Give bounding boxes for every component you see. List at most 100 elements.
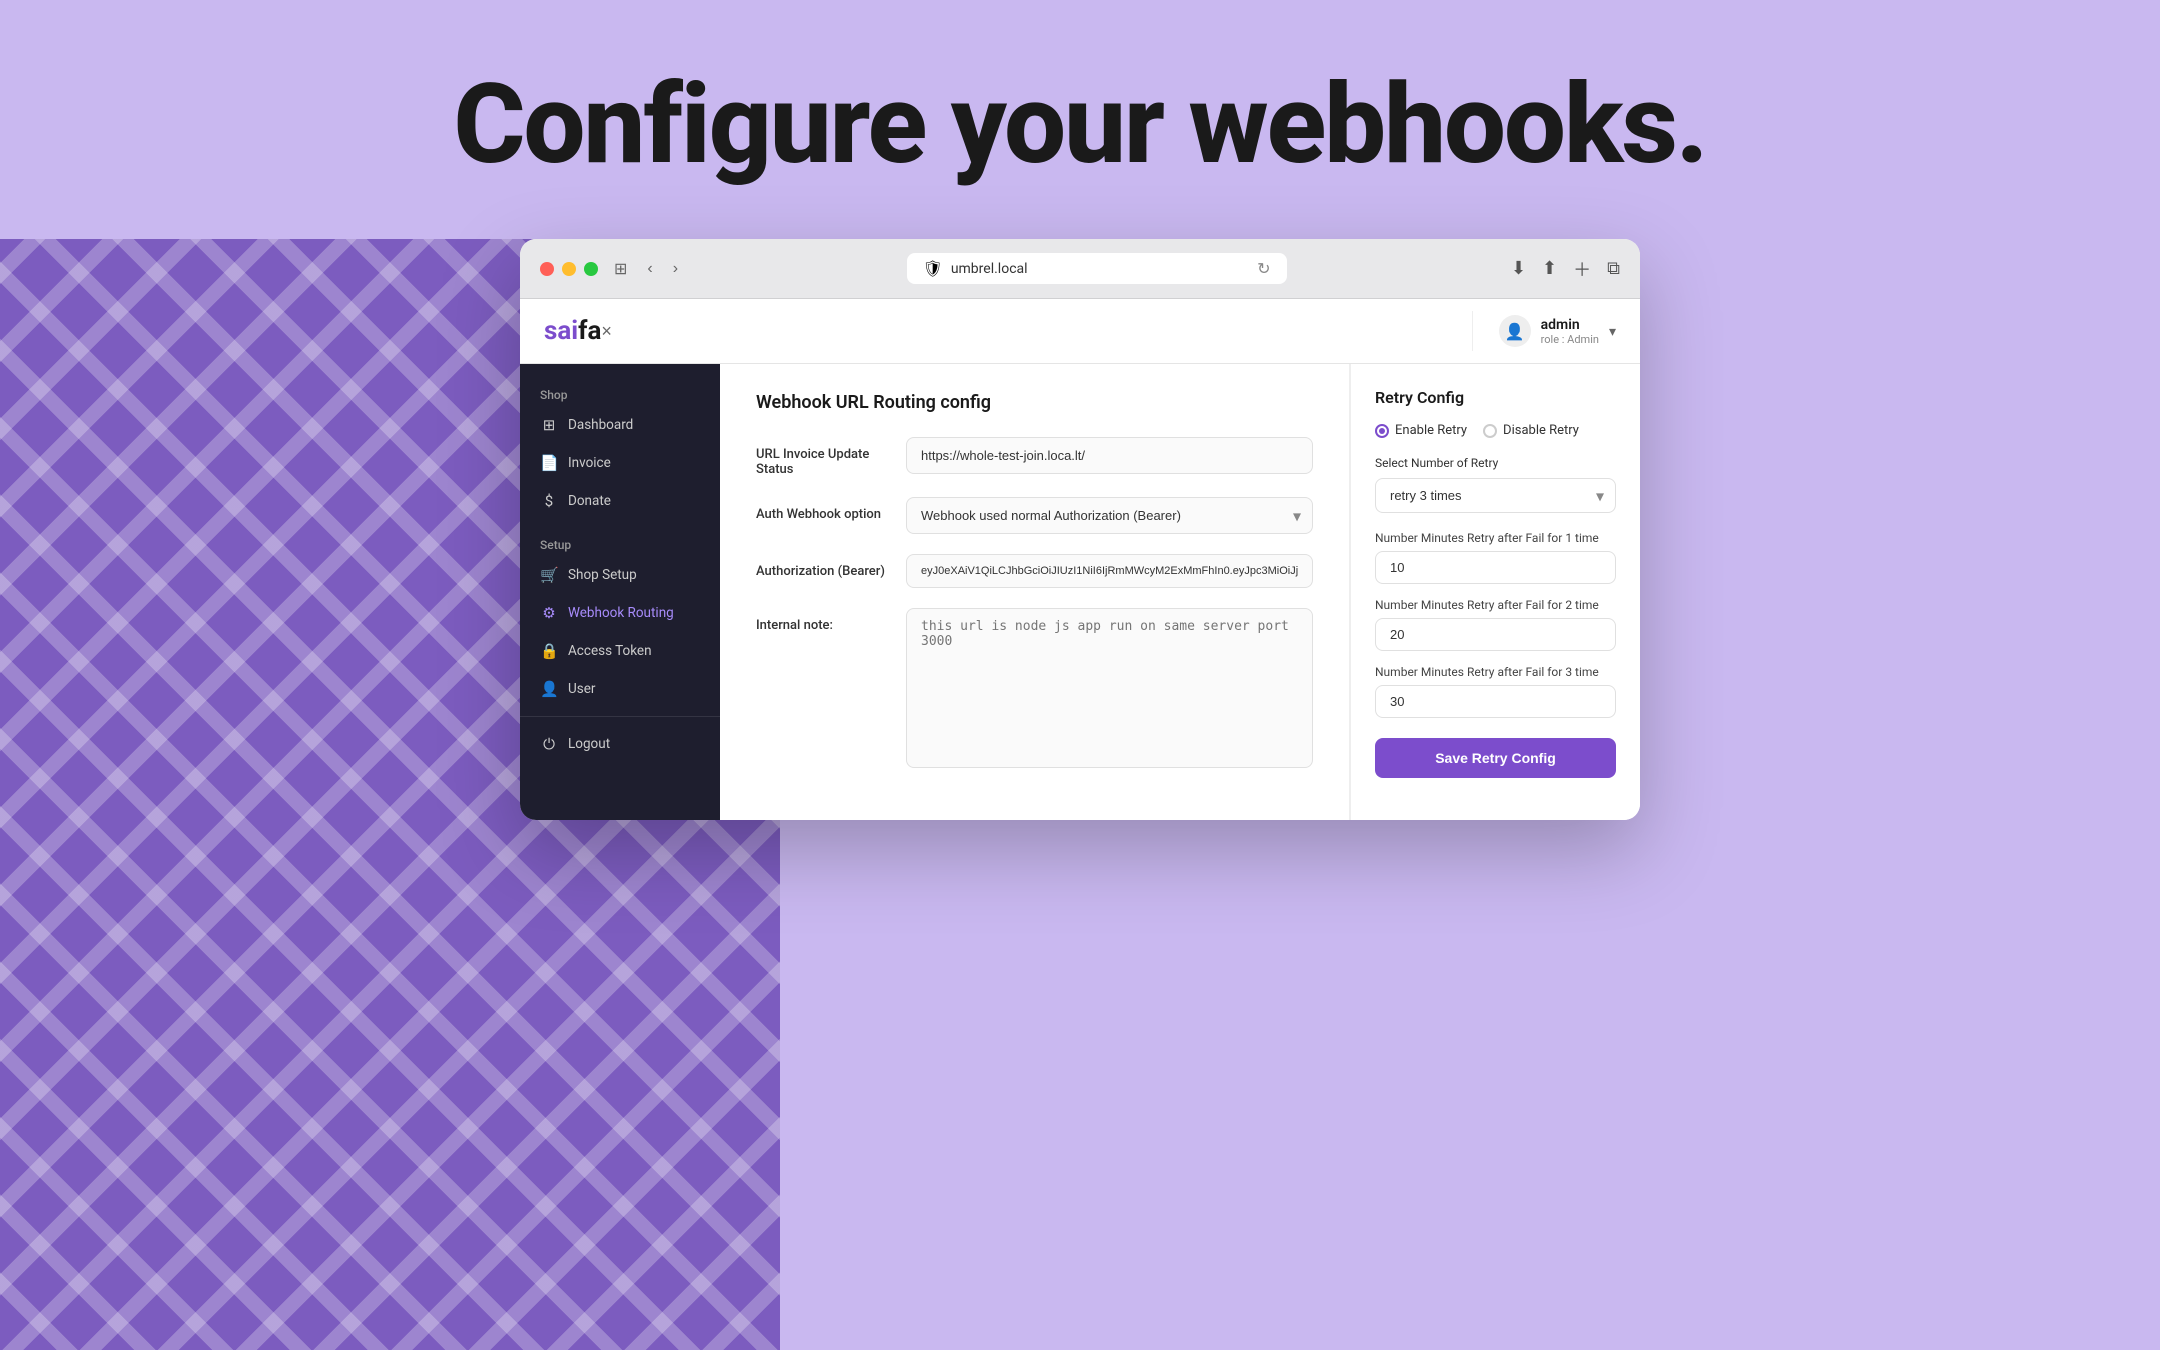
sidebar-shop-label: Shop [520,380,720,406]
logo-sa: sai [544,316,578,346]
logout-icon: ⏻ [540,735,558,753]
authorization-input[interactable] [906,554,1313,588]
close-app-button[interactable]: × [601,321,612,342]
auth-webhook-row: Auth Webhook option Webhook used normal … [756,497,1313,534]
logo-fa: fa [578,316,601,346]
hero-title: Configure your webhooks. [453,60,1706,189]
dashboard-icon: ⊞ [540,416,558,434]
internal-note-field [906,608,1313,772]
disable-retry-radio[interactable]: Disable Retry [1483,423,1579,438]
header-divider [1472,311,1473,351]
logo-text: saifa [544,316,601,346]
close-traffic-light[interactable] [540,262,554,276]
url-invoice-field [906,437,1313,474]
user-role: role : Admin [1541,333,1599,346]
webhook-routing-icon: ⚙ [540,604,558,622]
app-container: saifa × 👤 admin role : Admin ▾ [520,299,1640,820]
new-tab-button[interactable]: ＋ [1573,256,1591,282]
url-text: umbrel.local [951,261,1028,277]
sidebar-item-access-token[interactable]: 🔒 Access Token [520,632,720,670]
sidebar-item-donate[interactable]: $ Donate [520,482,720,520]
authorization-field [906,554,1313,588]
internal-note-label: Internal note: [756,608,886,633]
browser-window: ⊞ ‹ › 🛡 umbrel.local ↻ ⬇ ⬆ ＋ ⧉ [520,239,1640,820]
internal-note-row: Internal note: [756,608,1313,772]
sidebar-item-invoice[interactable]: 📄 Invoice [520,444,720,482]
enable-retry-radio[interactable]: Enable Retry [1375,423,1467,438]
retry-toggle-group: Enable Retry Disable Retry [1375,423,1616,438]
sidebar-item-logout[interactable]: ⏻ Logout [520,725,720,763]
app-header: saifa × 👤 admin role : Admin ▾ [520,299,1640,364]
retry-panel-title: Retry Config [1375,388,1616,407]
hero-area: Configure your webhooks. [0,0,2160,239]
shop-setup-icon: 🛒 [540,566,558,584]
address-bar[interactable]: 🛡 umbrel.local ↻ [907,253,1287,284]
sidebar-toggle-button[interactable]: ⊞ [610,255,631,283]
url-invoice-label: URL Invoice Update Status [756,437,886,477]
main-content: Webhook URL Routing config URL Invoice U… [720,364,1640,820]
sidebar-divider [520,716,720,717]
user-name: admin [1541,317,1599,333]
address-bar-wrapper: 🛡 umbrel.local ↻ [694,253,1499,284]
retry-panel: Retry Config Enable Retry Disable Retry [1350,364,1640,820]
webhook-panel: Webhook URL Routing config URL Invoice U… [720,364,1350,820]
forward-button[interactable]: › [669,256,682,282]
sidebar-logout-label: Logout [568,736,610,752]
user-info: admin role : Admin [1541,317,1599,346]
reload-icon[interactable]: ↻ [1257,259,1270,278]
retry-fail3-label: Number Minutes Retry after Fail for 3 ti… [1375,665,1616,679]
sidebar-webhook-label: Webhook Routing [568,605,674,621]
internal-note-textarea[interactable] [906,608,1313,768]
header-user: 👤 admin role : Admin ▾ [1472,311,1616,351]
toolbar-actions: ⬇ ⬆ ＋ ⧉ [1511,256,1620,282]
sidebar-invoice-label: Invoice [568,455,611,471]
sidebar-user-label: User [568,681,595,697]
download-button[interactable]: ⬇ [1511,258,1526,279]
retry-select-wrapper: retry 3 times [1375,478,1616,513]
minimize-traffic-light[interactable] [562,262,576,276]
donate-icon: $ [540,492,558,510]
tabs-button[interactable]: ⧉ [1607,258,1620,279]
sidebar-dashboard-label: Dashboard [568,417,633,433]
sidebar-item-shop-setup[interactable]: 🛒 Shop Setup [520,556,720,594]
retry-fail3-input[interactable] [1375,685,1616,718]
maximize-traffic-light[interactable] [584,262,598,276]
sidebar-item-webhook-routing[interactable]: ⚙ Webhook Routing [520,594,720,632]
authorization-label: Authorization (Bearer) [756,554,886,579]
select-retry-label: Select Number of Retry [1375,456,1616,470]
sidebar-access-token-label: Access Token [568,643,652,659]
sidebar-item-dashboard[interactable]: ⊞ Dashboard [520,406,720,444]
sidebar-item-user[interactable]: 👤 User [520,670,720,708]
access-token-icon: 🔒 [540,642,558,660]
browser-scene: ⊞ ‹ › 🛡 umbrel.local ↻ ⬇ ⬆ ＋ ⧉ [0,239,2160,1350]
traffic-lights [540,262,598,276]
disable-retry-dot [1483,424,1497,438]
invoice-icon: 📄 [540,454,558,472]
browser-toolbar: ⊞ ‹ › 🛡 umbrel.local ↻ ⬇ ⬆ ＋ ⧉ [520,239,1640,299]
url-invoice-input[interactable] [906,437,1313,474]
user-sidebar-icon: 👤 [540,680,558,698]
save-retry-button[interactable]: Save Retry Config [1375,738,1616,778]
sidebar-donate-label: Donate [568,493,611,509]
shield-icon: 🛡 [923,259,943,278]
share-button[interactable]: ⬆ [1542,258,1557,279]
retry-fail2-label: Number Minutes Retry after Fail for 2 ti… [1375,598,1616,612]
webhook-panel-title: Webhook URL Routing config [756,392,1313,413]
user-avatar: 👤 [1499,315,1531,347]
disable-retry-label: Disable Retry [1503,423,1579,438]
sidebar-shop-setup-label: Shop Setup [568,567,637,583]
sidebar: Shop ⊞ Dashboard 📄 Invoice $ Donate Setu… [520,364,720,820]
retry-count-select[interactable]: retry 3 times [1375,478,1616,513]
sidebar-setup-label: Setup [520,530,720,556]
retry-fail2-input[interactable] [1375,618,1616,651]
auth-webhook-label: Auth Webhook option [756,497,886,522]
auth-webhook-select[interactable]: Webhook used normal Authorization (Beare… [906,497,1313,534]
url-invoice-row: URL Invoice Update Status [756,437,1313,477]
app-layout: Shop ⊞ Dashboard 📄 Invoice $ Donate Setu… [520,364,1640,820]
retry-fail1-input[interactable] [1375,551,1616,584]
app-logo: saifa [544,316,601,346]
user-dropdown-button[interactable]: ▾ [1609,323,1616,340]
back-button[interactable]: ‹ [643,256,656,282]
auth-webhook-field: Webhook used normal Authorization (Beare… [906,497,1313,534]
enable-retry-label: Enable Retry [1395,423,1467,438]
